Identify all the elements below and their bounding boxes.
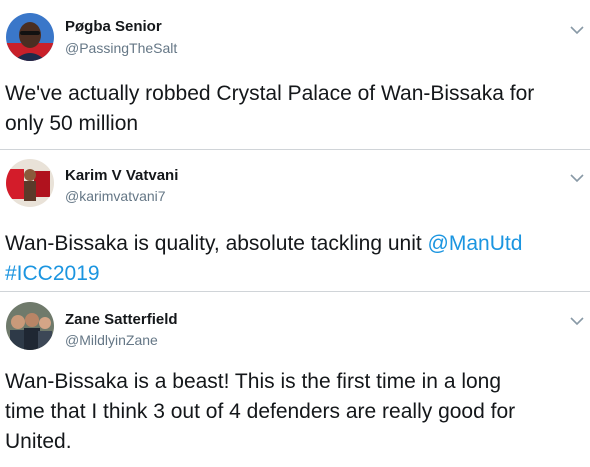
tweet-text-line: We've actually robbed Crystal Palace of …	[5, 82, 535, 105]
display-name[interactable]: Pøgba Senior	[65, 18, 162, 35]
tweet-text: Wan-Bissaka is quality, absolute tacklin…	[5, 229, 590, 289]
mention-link[interactable]: @ManUtd	[428, 232, 523, 255]
tweet-text-line: Wan-Bissaka is a beast! This is the firs…	[5, 370, 502, 393]
tweet-text-line: #ICC2019	[5, 259, 590, 289]
tweet-text-line: United.	[5, 430, 72, 453]
tweet-text-line: Wan-Bissaka is quality, absolute tacklin…	[5, 229, 590, 259]
avatar[interactable]	[6, 159, 54, 207]
chevron-down-icon[interactable]	[570, 22, 584, 35]
display-name[interactable]: Zane Satterfield	[65, 311, 178, 328]
avatar[interactable]	[6, 13, 54, 61]
user-handle[interactable]: @MildlyinZane	[65, 332, 158, 348]
tweet-text-line: time that I think 3 out of 4 defenders a…	[5, 400, 516, 423]
chevron-down-icon[interactable]	[570, 313, 584, 326]
user-handle[interactable]: @PassingTheSalt	[65, 40, 177, 56]
tweet-text-line: only 50 million	[5, 112, 139, 135]
hashtag-link[interactable]: #ICC2019	[5, 262, 100, 285]
tweet-card[interactable]: Karim V Vatvani @karimvatvani7 Wan-Bissa…	[0, 150, 590, 291]
tweet-card[interactable]: Pøgba Senior @PassingTheSalt We've actua…	[0, 0, 590, 149]
tweet-text: Wan-Bissaka is a beast! This is the firs…	[5, 367, 590, 457]
tweet-text-segment: Wan-Bissaka is quality, absolute tacklin…	[5, 232, 428, 255]
user-handle[interactable]: @karimvatvani7	[65, 188, 166, 204]
chevron-down-icon[interactable]	[570, 170, 584, 183]
tweet-text: We've actually robbed Crystal Palace of …	[5, 79, 590, 139]
avatar[interactable]	[6, 302, 54, 350]
tweet-card[interactable]: Zane Satterfield @MildlyinZane Wan-Bissa…	[0, 292, 590, 467]
display-name[interactable]: Karim V Vatvani	[65, 167, 178, 184]
